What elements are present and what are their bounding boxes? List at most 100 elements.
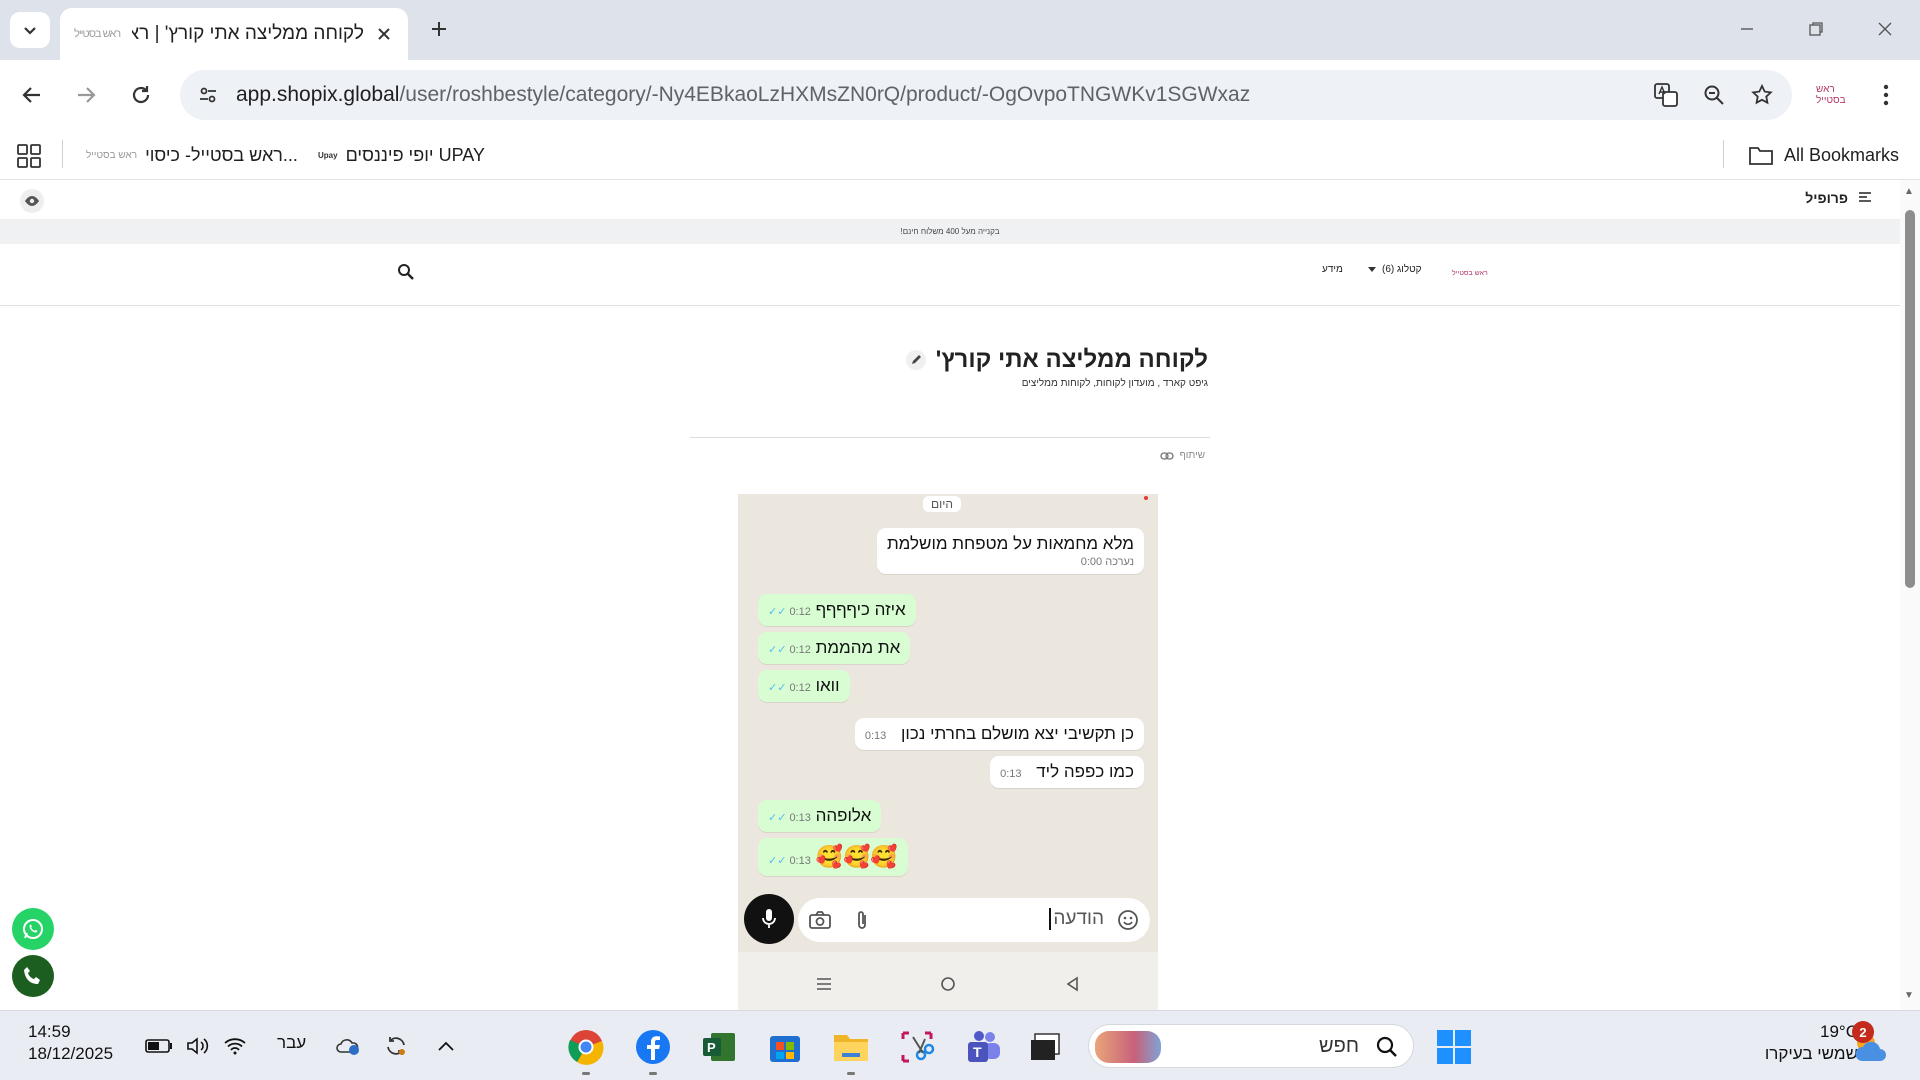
zoom-button[interactable] xyxy=(1698,79,1730,111)
page-viewport: פרופיל בקנייה מעל 400 משלוח חינם! ראש בס… xyxy=(0,180,1900,1010)
whatsapp-button[interactable] xyxy=(12,908,54,950)
site-info-button[interactable] xyxy=(188,75,228,115)
whatsapp-icon xyxy=(23,919,43,939)
message-text: את מהממת xyxy=(815,638,901,657)
message-time: 0:12 xyxy=(789,644,811,656)
app-running-indicator xyxy=(847,1072,855,1075)
apps-grid-icon[interactable] xyxy=(16,143,42,169)
translate-icon xyxy=(1654,83,1678,107)
profile-button[interactable]: ראש בסטייל xyxy=(1816,79,1850,111)
forward-button[interactable] xyxy=(68,77,104,113)
message-text: מלא מחמאות על מטפחת מושלמת xyxy=(886,534,1134,553)
clock-date: 18/12/2025 xyxy=(28,1044,114,1063)
nav-catalog-label: קטלוג (6) xyxy=(1382,264,1422,275)
nav-info[interactable]: מידע xyxy=(1322,264,1343,275)
scroll-down-icon[interactable]: ▼ xyxy=(1904,990,1914,1001)
wifi-icon[interactable] xyxy=(221,1033,249,1059)
taskbar-app-facebook[interactable] xyxy=(631,1025,675,1075)
url-text[interactable]: app.shopix.global/user/roshbestyle/categ… xyxy=(236,83,1250,107)
menu-lines-icon xyxy=(812,972,836,996)
reload-button[interactable] xyxy=(123,77,159,113)
tab-search-button[interactable] xyxy=(10,12,50,48)
weather-temp: 19°C xyxy=(1820,1022,1858,1041)
bookmark-item[interactable]: ראש בסטייל ראש בסטייל- כיסוי... xyxy=(86,140,298,170)
chat-message: כמו כפפה ליד 0:13 xyxy=(990,756,1144,788)
restore-button[interactable] xyxy=(1799,14,1833,44)
address-bar[interactable]: app.shopix.global/user/roshbestyle/categ… xyxy=(180,70,1792,120)
all-bookmarks-label: All Bookmarks xyxy=(1784,144,1900,165)
translate-button[interactable] xyxy=(1650,79,1682,111)
site-logo[interactable]: ראש בסטייל xyxy=(1452,258,1500,288)
teams-icon: T xyxy=(968,1031,1000,1062)
profile-menu[interactable]: פרופיל xyxy=(1805,190,1872,206)
new-tab-button[interactable] xyxy=(424,14,454,44)
taskbar-app-generic[interactable] xyxy=(1023,1025,1067,1069)
mic-button xyxy=(744,894,794,944)
search-icon[interactable] xyxy=(396,262,416,282)
chevron-up-icon[interactable] xyxy=(432,1033,460,1059)
sync-icon[interactable] xyxy=(382,1033,410,1059)
announcement-bar: בקנייה מעל 400 משלוח חינם! xyxy=(0,220,1900,244)
message-time: 0:12 xyxy=(789,682,811,694)
taskbar-app-teams[interactable]: T xyxy=(961,1025,1005,1069)
message-meta: נערכה 0:00 xyxy=(887,556,1134,568)
chrome-icon xyxy=(568,1030,604,1065)
bookmark-label: ראש בסטייל- כיסוי... xyxy=(145,144,298,165)
bookmark-item[interactable]: Upay יופי פיננסים UPAY xyxy=(318,140,485,170)
bookmark-favicon: ראש בסטייל xyxy=(86,149,138,161)
message-text: כמו כפפה ליד xyxy=(1036,762,1134,781)
back-button[interactable] xyxy=(14,77,50,113)
browser-menu-button[interactable] xyxy=(1872,79,1900,111)
browser-toolbar: app.shopix.global/user/roshbestyle/categ… xyxy=(0,60,1920,130)
home-circle-icon xyxy=(936,972,960,996)
battery-icon[interactable] xyxy=(145,1033,173,1059)
page-scrollbar[interactable]: ▲ ▼ xyxy=(1900,180,1920,1010)
taskbar-app-explorer[interactable] xyxy=(829,1025,873,1075)
snipping-tool-icon xyxy=(901,1031,935,1063)
taskbar-app-chrome[interactable] xyxy=(564,1025,608,1075)
volume-icon[interactable] xyxy=(184,1033,212,1059)
taskbar-app-snipping[interactable] xyxy=(895,1025,939,1069)
minimize-button[interactable] xyxy=(1730,14,1764,44)
close-window-button[interactable] xyxy=(1868,14,1902,44)
folder-icon xyxy=(834,1035,868,1061)
taskbar-app-project[interactable]: P xyxy=(697,1025,741,1069)
bookmark-favicon: Upay xyxy=(318,150,338,160)
close-tab-button[interactable] xyxy=(374,24,394,44)
double-check-icon: ✓✓ xyxy=(768,606,787,618)
back-triangle-icon xyxy=(1060,972,1084,996)
system-clock[interactable]: 14:59 18/12/2025 xyxy=(28,1021,113,1065)
all-bookmarks-button[interactable]: All Bookmarks xyxy=(1748,140,1899,170)
phone-icon xyxy=(24,967,40,984)
share-button[interactable]: שיתוף xyxy=(1159,450,1205,461)
taskbar-app-store[interactable] xyxy=(763,1025,807,1069)
microphone-icon xyxy=(762,909,776,928)
app-running-indicator xyxy=(649,1072,657,1075)
browser-tab-active[interactable]: ראש בסטייל לקוחה ממליצה אתי קורץ' | ראש xyxy=(60,8,408,60)
bookmark-star-button[interactable] xyxy=(1746,79,1778,111)
scroll-up-icon[interactable]: ▲ xyxy=(1904,186,1914,197)
windows-start-icon[interactable] xyxy=(1436,1029,1472,1065)
eye-icon xyxy=(25,196,39,206)
chat-message: את מהממת 0:12✓✓ xyxy=(758,632,911,664)
edit-button[interactable] xyxy=(905,350,926,370)
input-language[interactable]: עבר xyxy=(277,1033,306,1053)
message-text: איזה כיףףףף xyxy=(815,600,906,619)
more-vertical-icon xyxy=(1883,84,1889,106)
preview-toggle[interactable] xyxy=(20,189,44,213)
phone-call-button[interactable] xyxy=(12,955,54,997)
tune-icon xyxy=(200,87,216,103)
svg-text:P: P xyxy=(707,1040,716,1055)
taskbar-search[interactable]: חפש xyxy=(1088,1024,1414,1068)
product-categories[interactable]: גיפט קארד , מועדון לקוחות, לקוחות ממליצי… xyxy=(1022,378,1208,389)
message-text: 🥰🥰🥰 xyxy=(815,844,898,869)
tab-favicon: ראש בסטייל xyxy=(74,28,121,40)
chat-message: איזה כיףףףף 0:12✓✓ xyxy=(758,594,916,626)
status-dot xyxy=(1144,496,1148,500)
onedrive-icon[interactable] xyxy=(334,1033,362,1059)
nav-catalog[interactable]: קטלוג (6) xyxy=(1368,264,1422,275)
weather-widget[interactable]: 19°C שמשי בעיקרו xyxy=(1765,1021,1858,1065)
double-check-icon: ✓✓ xyxy=(768,812,787,824)
scrollbar-thumb[interactable] xyxy=(1905,210,1915,588)
chat-message: וואו 0:12✓✓ xyxy=(758,670,850,702)
